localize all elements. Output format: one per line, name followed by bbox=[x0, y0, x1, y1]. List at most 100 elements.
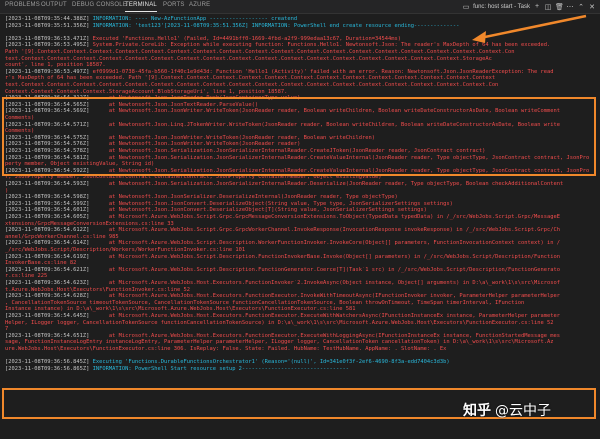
tab-output[interactable]: OUTPUT bbox=[41, 2, 67, 8]
log-line: Helper, ILogger logger, CancellationToke… bbox=[5, 320, 597, 327]
log-line: [2023-11-08T09:36:54.619Z] at Microsoft.… bbox=[5, 254, 597, 261]
log-timestamp: [2023-11-08T09:36:54.598Z] bbox=[5, 194, 89, 200]
log-message: at Newtonsoft.Json.JsonConvert.Deseriali… bbox=[89, 207, 427, 213]
log-message: INFORMATION: PowerShell Start resource s… bbox=[89, 366, 349, 372]
log-message: INFORMATION: 'test123'[2023-11-08T09:35:… bbox=[89, 23, 459, 29]
log-line: t.Azure.WebJobs.Host\Executors\FunctionI… bbox=[5, 287, 597, 294]
log-line: [2023-11-08T09:36:54.623Z] at Microsoft.… bbox=[5, 280, 597, 287]
log-line: text.Context.Context.Context.Context.Con… bbox=[5, 82, 597, 89]
log-message: at Microsoft.Azure.WebJobs.Script.Grpc.G… bbox=[89, 227, 560, 233]
log-line: 7 bbox=[5, 326, 597, 333]
log-timestamp: [2023-11-08T09:36:54.614Z] bbox=[5, 240, 89, 246]
log-timestamp: [2023-11-08T09:36:54.601Z] bbox=[5, 207, 89, 213]
log-message: INFORMATION: ---- New-AzFunctionApp ----… bbox=[89, 16, 297, 22]
log-message: InvokerBase.cs:line 82 bbox=[5, 260, 76, 266]
log-timestamp: [2023-11-08T09:36:54.605Z] bbox=[5, 214, 89, 220]
log-line: [2023-11-08T09:36:54.651Z] at Microsoft.… bbox=[5, 333, 597, 340]
log-message: at Microsoft.Azure.WebJobs.Host.Executor… bbox=[89, 313, 560, 319]
log-timestamp: [2023-11-08T09:36:54.621Z] bbox=[5, 267, 89, 273]
log-line: [2023-11-08T09:36:54.628Z] at Microsoft.… bbox=[5, 293, 597, 300]
log-line: r's MaxDepth of 64 has been exceeded. Pa… bbox=[5, 75, 597, 82]
log-line: text.Context.Context.Context.Context.Con… bbox=[5, 56, 597, 63]
tab-terminal[interactable]: TERMINAL bbox=[125, 2, 157, 8]
log-message: Executing 'Functions.DurableFunctionsOrc… bbox=[89, 359, 449, 365]
log-message: xtensions/GrpcMessageConversionExtension… bbox=[5, 221, 174, 227]
log-message: , CancellationTokenSource timeoutTokenSo… bbox=[5, 300, 524, 306]
log-message: at Microsoft.Azure.WebJobs.Script.Descri… bbox=[89, 240, 560, 246]
log-timestamp: [2023-11-08T09:36:53.471Z] bbox=[5, 36, 89, 42]
watermark: 知乎 @云中子 bbox=[463, 400, 593, 420]
log-line: [2023-11-08T09:36:54.598Z] at Newtonsoft… bbox=[5, 194, 597, 201]
log-message: Executed 'Functions.Hello1' (Failed, Id=… bbox=[89, 36, 401, 42]
log-line: ure.WebJobs.Host\Executors\FunctionExecu… bbox=[5, 346, 597, 353]
log-message: ef0999d1-0738-45fa-b560-1f40c1e9d43d: Fu… bbox=[89, 69, 553, 75]
log-line: _/src/WebJobs.Script/Description/Workers… bbox=[5, 247, 597, 254]
log-line: [2023-11-08T09:36:54.612Z] at Microsoft.… bbox=[5, 227, 597, 234]
annotation-arrow bbox=[468, 8, 588, 48]
tab-debug-console[interactable]: DEBUG CONSOLE bbox=[72, 2, 127, 8]
log-line: r.cs:line 225 bbox=[5, 273, 597, 280]
log-message: annel/GrpcWorkerChannel.cs:line 985 bbox=[5, 234, 119, 240]
log-message: Helper, ILogger logger, CancellationToke… bbox=[5, 320, 553, 326]
log-message: _/src/WebJobs.Script/Description/Workers… bbox=[5, 247, 245, 253]
log-timestamp: [2023-11-08T09:36:54.593Z] bbox=[5, 181, 89, 187]
log-line: annel/GrpcWorkerChannel.cs:line 985 bbox=[5, 234, 597, 241]
log-line: ) bbox=[5, 188, 597, 195]
log-timestamp: [2023-11-08T09:36:56.845Z] bbox=[5, 359, 89, 365]
log-timestamp: [2023-11-08T09:36:53.495Z] bbox=[5, 42, 89, 48]
log-message: at Newtonsoft.Json.Serialization.JsonSer… bbox=[89, 181, 563, 187]
log-timestamp: [2023-11-08T09:36:54.619Z] bbox=[5, 254, 89, 260]
log-line: [2023-11-08T09:36:54.614Z] at Microsoft.… bbox=[5, 240, 597, 247]
log-message: count', line 1, position 18587. bbox=[5, 62, 106, 68]
log-message: t.Azure.WebJobs.Host\Executors\FunctionI… bbox=[5, 287, 190, 293]
log-line: InvokerBase.cs:line 82 bbox=[5, 260, 597, 267]
log-line: [2023-11-08T09:36:56.845Z] Executing 'Fu… bbox=[5, 359, 597, 366]
log-message: Instance instance) in D:\a\_work\1\s\src… bbox=[5, 306, 356, 312]
log-timestamp: [2023-11-08T09:36:54.645Z] bbox=[5, 313, 89, 319]
log-message: at Microsoft.Azure.WebJobs.Script.Descri… bbox=[89, 267, 560, 273]
log-line: [2023-11-08T09:36:54.645Z] at Microsoft.… bbox=[5, 313, 597, 320]
log-line: , CancellationTokenSource timeoutTokenSo… bbox=[5, 300, 597, 307]
log-line: [2023-11-08T09:36:54.599Z] at Newtonsoft… bbox=[5, 201, 597, 208]
log-timestamp: [2023-11-08T09:36:54.612Z] bbox=[5, 227, 89, 233]
tab-azure[interactable]: AZURE bbox=[189, 2, 210, 8]
log-message: r's MaxDepth of 64 has been exceeded. Pa… bbox=[5, 75, 495, 81]
log-line: [2023-11-08T09:36:54.621Z] at Microsoft.… bbox=[5, 267, 597, 274]
log-message: at Microsoft.Azure.WebJobs.Host.Executor… bbox=[89, 333, 560, 339]
log-line: Path '[9].Context.Context.Context.Contex… bbox=[5, 49, 597, 56]
log-message: at Microsoft.Azure.WebJobs.Host.Executor… bbox=[89, 293, 560, 299]
log-timestamp: [2023-11-08T09:36:54.623Z] bbox=[5, 280, 89, 286]
log-line: [2023-11-08T09:36:54.593Z] at Newtonsoft… bbox=[5, 181, 597, 188]
log-line: [2023-11-08T09:36:53.497Z] ef0999d1-0738… bbox=[5, 69, 597, 76]
close-icon[interactable]: ✕ bbox=[588, 3, 596, 11]
log-message: 7 bbox=[5, 326, 8, 332]
log-message: at Newtonsoft.Json.JsonSerializer.Deseri… bbox=[89, 194, 397, 200]
log-message: text.Context.Context.Context.Context.Con… bbox=[5, 56, 492, 62]
log-message: at Microsoft.Azure.WebJobs.Script.Grpc.G… bbox=[89, 214, 560, 220]
log-line: count', line 1, position 18587. bbox=[5, 62, 597, 69]
error-highlight-box-1 bbox=[2, 97, 596, 176]
log-timestamp: [2023-11-08T09:35:44.388Z] bbox=[5, 16, 89, 22]
log-message: at Microsoft.Azure.WebJobs.Script.Descri… bbox=[89, 254, 560, 260]
terminal-output[interactable]: [2023-11-08T09:35:44.388Z] INFORMATION: … bbox=[0, 14, 600, 439]
log-line: Instance instance) in D:\a\_work\1\s\src… bbox=[5, 306, 597, 313]
tab-problems[interactable]: PROBLEMS bbox=[5, 2, 40, 8]
log-message: r.cs:line 225 bbox=[5, 273, 47, 279]
log-message: Context.Context.Context.Context.StorageA… bbox=[5, 89, 287, 95]
log-line: xtensions/GrpcMessageConversionExtension… bbox=[5, 221, 597, 228]
log-message: ure.WebJobs.Host\Executors\FunctionExecu… bbox=[5, 346, 446, 352]
zhihu-logo: 知乎 bbox=[463, 400, 491, 420]
log-timestamp: [2023-11-08T09:36:54.599Z] bbox=[5, 201, 89, 207]
log-message: at Newtonsoft.Json.JsonConvert.Deseriali… bbox=[89, 201, 453, 207]
log-message: text.Context.Context.Context.Context.Con… bbox=[5, 82, 498, 88]
log-message: at Microsoft.Azure.WebJobs.Host.Executor… bbox=[89, 280, 560, 286]
log-timestamp: [2023-11-08T09:36:53.497Z] bbox=[5, 69, 89, 75]
log-timestamp: [2023-11-08T09:36:54.651Z] bbox=[5, 333, 89, 339]
tab-ports[interactable]: PORTS bbox=[163, 2, 185, 8]
log-message: ) bbox=[5, 188, 8, 194]
log-message: sage, FunctionInstanceLogEntry instanceL… bbox=[5, 339, 553, 345]
watermark-handle: @云中子 bbox=[495, 400, 551, 420]
log-line: [2023-11-08T09:36:54.605Z] at Microsoft.… bbox=[5, 214, 597, 221]
log-timestamp: [2023-11-08T09:35:51.356Z] bbox=[5, 23, 89, 29]
log-line: sage, FunctionInstanceLogEntry instanceL… bbox=[5, 339, 597, 346]
